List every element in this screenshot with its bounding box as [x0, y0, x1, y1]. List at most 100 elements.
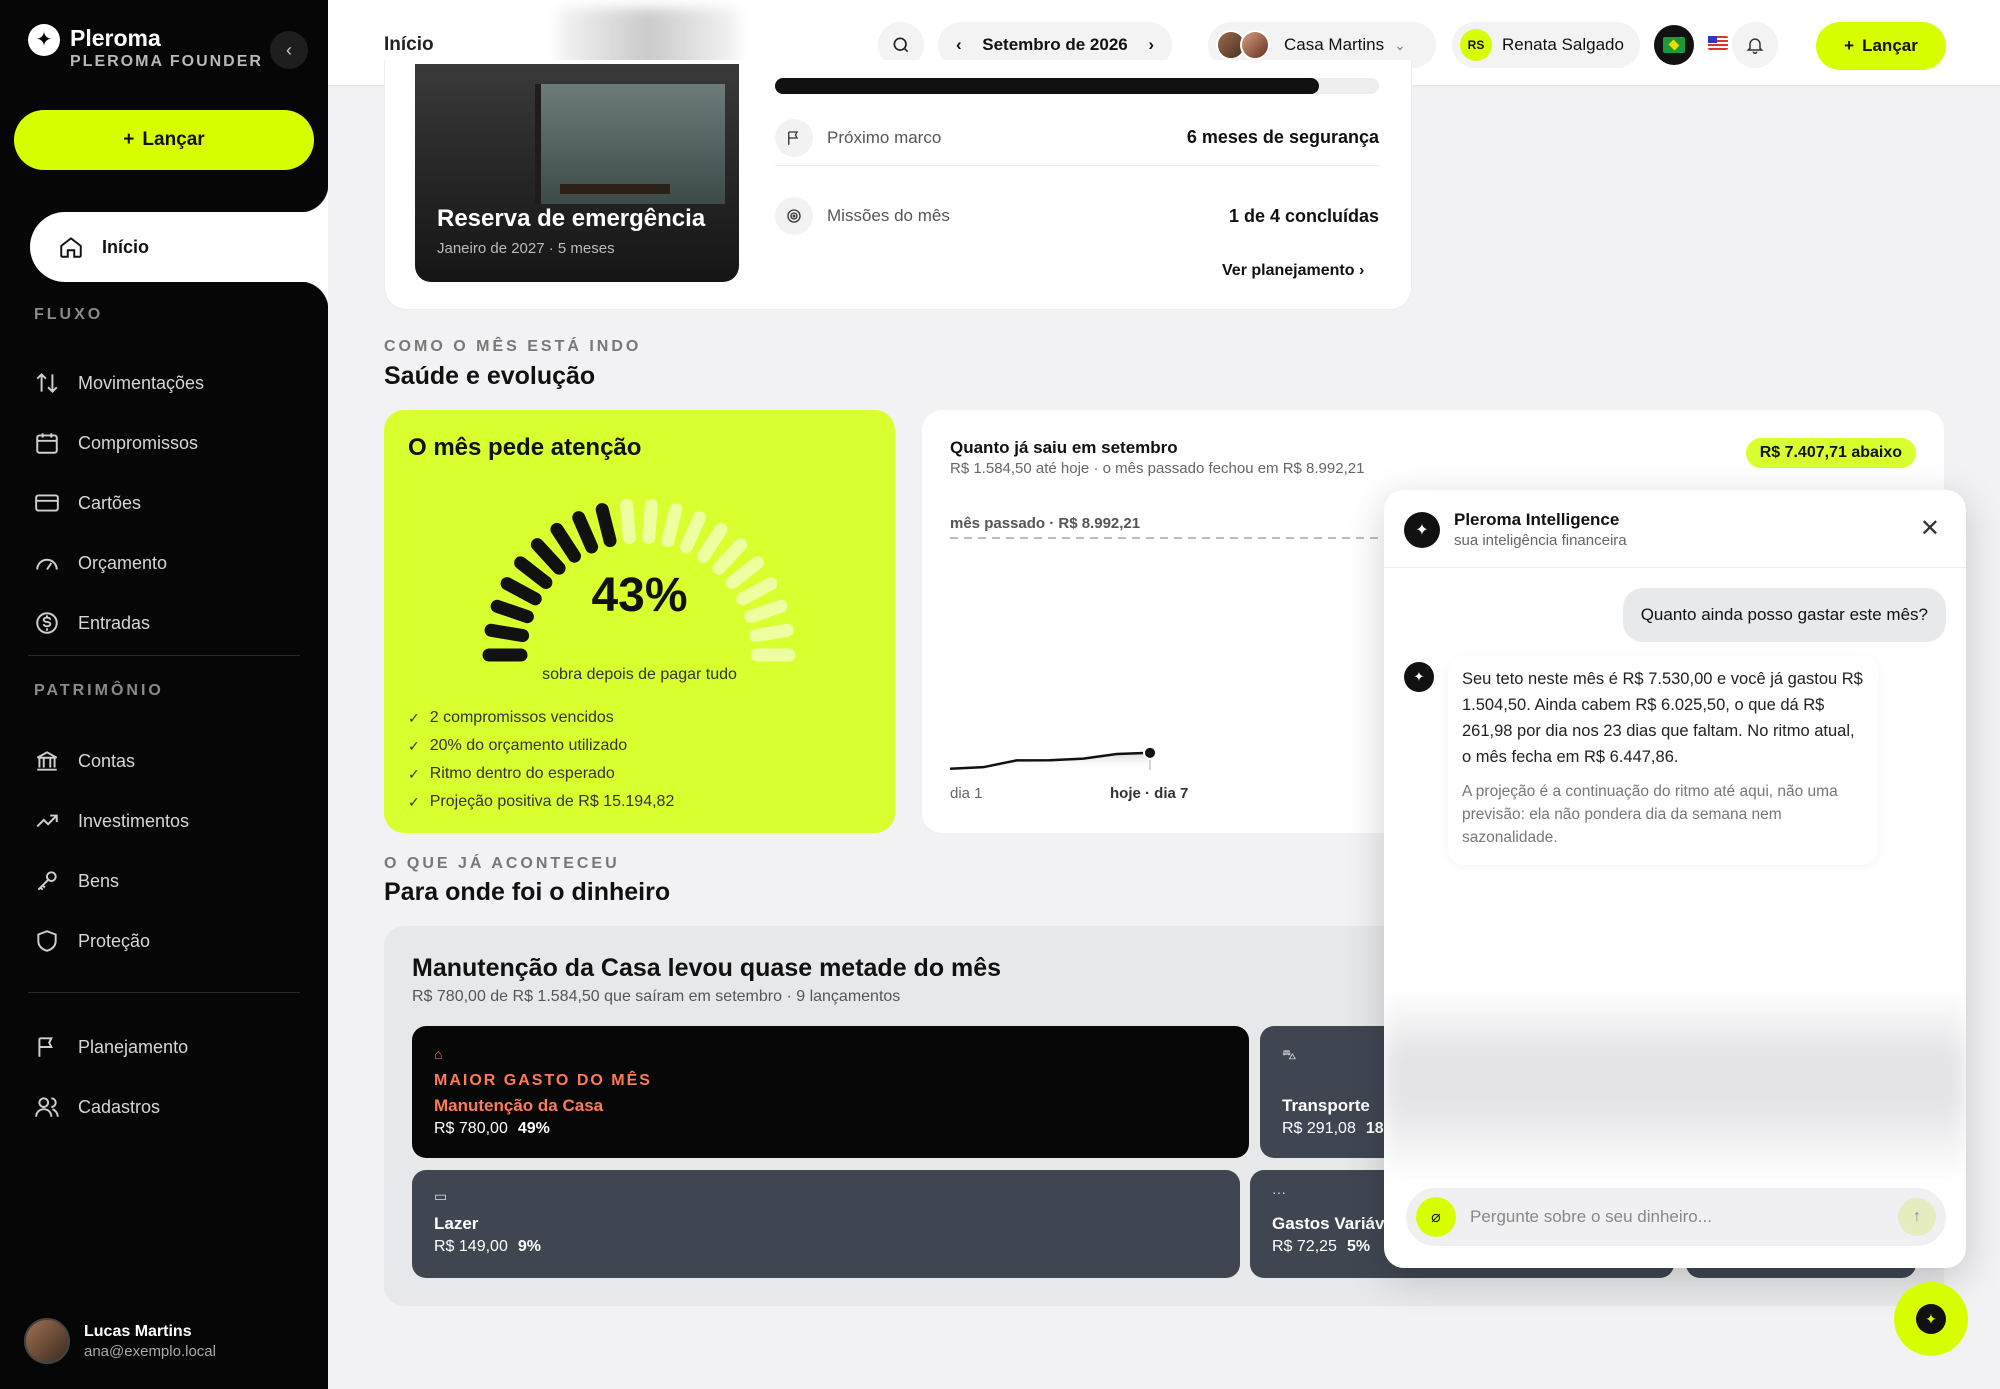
sidebar: ✦ Pleroma PLEROMA FOUNDER ‹ + Lançar Iníc…: [0, 0, 328, 1389]
next-month-button[interactable]: ›: [1148, 35, 1154, 55]
chat-input-bar: ⌀ Pergunte sobre o seu dinheiro... ↑: [1406, 1188, 1946, 1246]
sidebar-item-inicio[interactable]: Início: [30, 184, 328, 310]
user-selector[interactable]: RS Renata Salgado: [1452, 22, 1640, 68]
tile-lazer[interactable]: ▭ Lazer R$ 149,00 9%: [412, 1170, 1240, 1278]
section-fluxo: FLUXO: [34, 306, 104, 323]
sidebar-item-label: Bens: [78, 870, 120, 891]
health-percent-caption: sobra depois de pagar tudo: [542, 666, 737, 683]
next-milestone-label: Próximo marco: [827, 127, 942, 147]
pleroma-logo-icon: ✦: [28, 24, 60, 56]
sidebar-item-investimentos[interactable]: Investimentos: [34, 808, 189, 834]
gauge-segment: [484, 623, 530, 643]
missions-value: 1 de 4 concluídas: [1228, 205, 1379, 226]
x-today-label: hoje · dia 7: [1110, 785, 1188, 802]
user-message: Quanto ainda posso gastar este mês?: [1622, 588, 1946, 642]
chat-name: Pleroma Intelligence: [1454, 510, 1620, 529]
sidebar-item-cartoes[interactable]: Cartões: [34, 490, 141, 516]
section-patrimonio: PATRIMÔNIO: [34, 682, 164, 699]
sidebar-item-label: Planejamento: [78, 1036, 189, 1057]
gauge-segment: [679, 511, 706, 554]
view-planning-link[interactable]: Ver planejamento ›: [1222, 262, 1364, 280]
sidebar-item-label: Compromissos: [78, 432, 199, 453]
top-expense-label: MAIOR GASTO DO MÊS: [434, 1072, 652, 1089]
user-initials-badge: RS: [1460, 29, 1492, 61]
sidebar-item-protecao[interactable]: Proteção: [34, 928, 150, 954]
gauge-segment: [642, 499, 658, 544]
transporte-value: R$ 291,08 18%: [1282, 1120, 1398, 1137]
sidebar-item-entradas[interactable]: Entradas: [34, 610, 150, 636]
variaveis-name: Gastos Variáv: [1272, 1214, 1385, 1233]
sidebar-item-label: Movimentações: [78, 372, 205, 393]
paperclip-icon: ⌀: [1431, 1209, 1441, 1226]
sidebar-item-label: Cartões: [78, 492, 142, 513]
bot-avatar-icon: ✦: [1404, 662, 1434, 692]
brand[interactable]: ✦ Pleroma PLEROMA FOUNDER: [28, 24, 263, 71]
money-title: Para onde foi o dinheiro: [384, 878, 671, 906]
us-flag-icon[interactable]: [1708, 36, 1728, 50]
bot-message-text: Seu teto neste mês é R$ 7.530,00 e você …: [1462, 670, 1863, 766]
sidebar-item-cadastros[interactable]: Cadastros: [34, 1094, 160, 1120]
sidebar-item-contas[interactable]: Contas: [34, 748, 135, 774]
notifications-button[interactable]: [1732, 22, 1778, 68]
flag-icon: [38, 1037, 53, 1057]
brand-subtitle: PLEROMA FOUNDER: [70, 53, 263, 70]
blurred-region: [1384, 990, 1966, 1180]
users-icon: [35, 1097, 59, 1117]
dollar-circle-icon: [36, 612, 58, 634]
next-milestone-value: 6 meses de segurança: [1186, 127, 1379, 147]
goal-progress-fill: [775, 78, 1319, 94]
check-item: Ritmo dentro do esperado: [408, 760, 674, 788]
goal-progress-bar: [775, 78, 1379, 94]
sidebar-item-orcamento[interactable]: Orçamento: [34, 550, 167, 576]
close-chat-button[interactable]: ✕: [1920, 514, 1940, 543]
assistant-fab[interactable]: ✦: [1894, 1282, 1968, 1356]
sidebar-item-movimentacoes[interactable]: Movimentações: [34, 370, 204, 396]
lazer-value: R$ 149,00 9%: [434, 1238, 541, 1255]
gauge-segment: [661, 503, 683, 548]
health-title: Saúde e evolução: [384, 362, 596, 390]
sidebar-item-label: Investimentos: [78, 810, 190, 831]
sidebar-divider: [28, 655, 300, 656]
tile-manutencao[interactable]: ⌂ MAIOR GASTO DO MÊS Manutenção da Casa …: [412, 1026, 1249, 1158]
close-icon: ✕: [1919, 515, 1940, 542]
pleroma-logo-icon: ✦: [1404, 512, 1440, 548]
sidebar-item-bens[interactable]: Bens: [34, 868, 119, 894]
gauge-icon: [36, 558, 58, 571]
brazil-flag-icon[interactable]: [1654, 25, 1694, 65]
launch-label: Lançar: [142, 129, 205, 150]
profile-name: Lucas Martins: [84, 1322, 192, 1340]
avatar: [24, 1318, 70, 1364]
health-card: O mês pede atenção 43% sobra depois de p…: [384, 410, 895, 833]
attach-button[interactable]: ⌀: [1416, 1197, 1456, 1237]
prev-month-button[interactable]: ‹: [956, 35, 962, 55]
lazer-name: Lazer: [434, 1214, 479, 1233]
launch-label: Lançar: [1862, 36, 1918, 55]
shield-icon: [37, 930, 57, 952]
profile-email: ana@exemplo.local: [84, 1342, 216, 1360]
bot-message: Seu teto neste mês é R$ 7.530,00 e você …: [1448, 656, 1878, 865]
user-profile[interactable]: Lucas Martins ana@exemplo.local: [24, 1318, 216, 1364]
brand-name: Pleroma: [70, 25, 161, 51]
reference-label: mês passado · R$ 8.992,21: [950, 515, 1140, 532]
collapse-sidebar-button[interactable]: ‹: [270, 31, 308, 69]
link-label: Ver planejamento: [1222, 262, 1355, 279]
chat-header: ✦ Pleroma Intelligence sua inteligência …: [1384, 490, 1966, 568]
x-start-label: dia 1: [950, 785, 983, 802]
gauge-segment: [712, 538, 748, 575]
chat-input[interactable]: Pergunte sobre o seu dinheiro...: [1470, 1207, 1884, 1227]
sidebar-item-compromissos[interactable]: Compromissos: [34, 430, 198, 456]
chat-tagline: sua inteligência financeira: [1454, 532, 1627, 549]
send-button[interactable]: ↑: [1898, 1198, 1936, 1236]
calendar-icon: [36, 433, 58, 454]
more-icon: ···: [1272, 1184, 1286, 1200]
user-name: Renata Salgado: [1502, 35, 1624, 54]
launch-button-sidebar[interactable]: + Lançar: [14, 110, 314, 170]
missions-row: Missões do mês 1 de 4 concluídas: [775, 188, 1379, 244]
gauge-segment: [572, 511, 599, 554]
gauge-segment: [697, 522, 728, 563]
gauge-segment: [595, 503, 617, 548]
money-kicker: O QUE JÁ ACONTECEU: [384, 855, 620, 872]
sidebar-item-planejamento[interactable]: Planejamento: [34, 1034, 188, 1060]
sidebar-item-label: Orçamento: [78, 552, 168, 573]
launch-button-top[interactable]: + Lançar: [1816, 22, 1946, 70]
